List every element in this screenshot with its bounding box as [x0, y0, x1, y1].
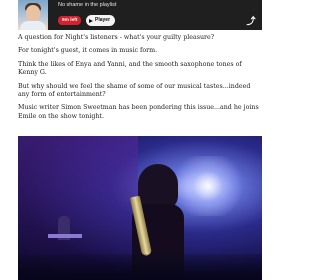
share-icon[interactable]: ⤴ — [246, 16, 256, 26]
article-paragraph: For tonight's guest, it comes in music f… — [18, 47, 158, 55]
concert-photo — [18, 136, 262, 280]
article-paragraph: Think the likes of Enya and Yanni, and t… — [18, 60, 242, 77]
article-paragraph: A question for Night's listeners - what'… — [18, 34, 215, 41]
crowd-silhouette — [18, 254, 262, 280]
article-paragraph: Music writer Simon Sweetman has been pon… — [18, 104, 259, 120]
play-icon — [89, 18, 93, 23]
episode-thumbnail — [18, 0, 48, 30]
time-left-badge: 9m left — [58, 16, 82, 25]
episode-title: No shame in the playlist — [58, 2, 117, 8]
play-button[interactable]: Player — [86, 15, 116, 26]
article-paragraph: But why should we feel the shame of some… — [18, 82, 251, 99]
article-body: A question for Night's listeners - what'… — [18, 34, 262, 126]
audio-player: No shame in the playlist 9m left Player … — [18, 0, 262, 30]
play-button-label: Player — [95, 17, 111, 23]
keyboard — [48, 234, 82, 238]
